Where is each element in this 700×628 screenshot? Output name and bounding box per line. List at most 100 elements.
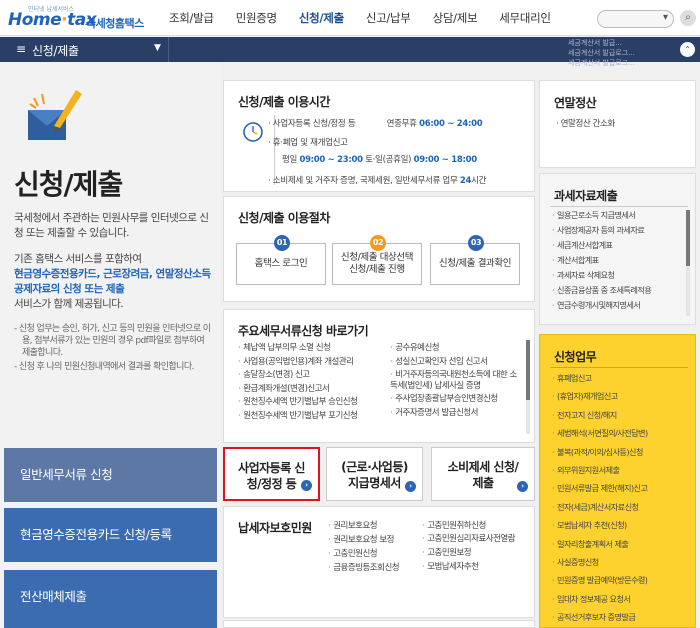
tax-data-title: 과세자료제출 <box>554 189 618 203</box>
section-selector[interactable]: 신청/제출 <box>32 42 79 59</box>
main-documents-card: 주요세무서류신청 바로가기 체납액 납부의무 소멸 신청 사업용(공익법인용)계… <box>223 309 535 443</box>
time-row-consumption-tax: · 소비제세 및 거주자 증명, 국제세원, 일반세무서류 업무 24시간 <box>268 176 487 186</box>
logo-korean: 국세청홈택스 <box>86 17 144 30</box>
time-row-business-registration: · 사업자등록 신청/정정 등 연중무휴 06:00 ~ 24:00 <box>268 119 483 129</box>
logo-brand: Home·tax <box>8 10 97 30</box>
tax-data-scrollbar[interactable] <box>686 210 690 316</box>
list-item[interactable]: 권리보호요청 보정 <box>328 533 399 547</box>
list-item[interactable]: (휴업자)재개업신고 <box>552 387 648 405</box>
nav-item-application[interactable]: 신청/제출 <box>288 0 355 36</box>
global-nav: 조회/발급 민원증명 신청/제출 신고/납부 상담/제보 세무대리인 <box>158 0 562 36</box>
divider <box>168 37 169 62</box>
documents-list-right: 공수유예신청 성실신고확인자 선임 신고서 비거주자등의국내원천소득에 대한 소… <box>390 342 520 420</box>
list-item[interactable]: 임대차 정보제공 요청서 <box>552 590 648 608</box>
list-item[interactable]: 고충민원보정 <box>422 546 522 560</box>
year-end-simplified-link[interactable]: · 연말정산 간소화 <box>556 117 615 129</box>
list-item[interactable]: 휴폐업신고 <box>552 369 648 387</box>
top-header: 인터넷 납세서비스 Home·tax 국세청홈택스 조회/발급 민원증명 신청/… <box>0 0 700 36</box>
usage-time-card: 신청/제출 이용시간 · 사업자등록 신청/정정 등 연중무휴 06:00 ~ … <box>223 80 535 192</box>
application-tasks-title: 신청업무 <box>554 350 597 364</box>
hamburger-icon[interactable]: ≡ <box>16 42 26 56</box>
chevron-down-icon[interactable]: ▼ <box>154 43 161 53</box>
list-item[interactable]: 모범납세자 추천(신청) <box>552 516 648 534</box>
taxpayer-protection-card: 납세자보호민원 권리보호요청 권리보호요청 보정 고충민원신청 금융증빙등조회신… <box>223 506 535 618</box>
list-item[interactable]: 거주자증명서 발급신청서 <box>390 407 520 421</box>
step-check-result[interactable]: 03 신청/제출 결과확인 <box>430 235 520 285</box>
hometax-logo[interactable]: 인터넷 납세서비스 Home·tax 국세청홈택스 <box>6 4 156 32</box>
list-item[interactable]: 고충민원신청 <box>328 547 399 561</box>
sub-nav-bar: ≡ 신청/제출 ▼ 세금계산서 발급... 세금계산서 발급로그... 세금계산… <box>0 37 700 67</box>
page-title: 신청/제출 <box>14 168 123 201</box>
list-item[interactable]: 고충민원취하신청 <box>422 519 522 533</box>
list-item[interactable]: 사실증명신청 <box>552 553 648 571</box>
list-item[interactable]: 신종금융상품 중 조세특례적용 <box>552 283 652 298</box>
cash-receipt-card-button[interactable]: 현금영수증전용카드 신청/등록 <box>4 508 217 562</box>
usage-time-title: 신청/제출 이용시간 <box>238 95 330 109</box>
protection-list-left: 권리보호요청 권리보호요청 보정 고충민원신청 금융증빙등조회신청 <box>328 519 399 575</box>
year-end-title: 연말정산 <box>554 96 597 110</box>
nav-item-report-payment[interactable]: 신고/납부 <box>355 0 422 36</box>
list-item[interactable]: 세금계산서합계표 <box>552 238 651 253</box>
list-item[interactable]: 원천징수세액 반기별납부 포기신청 <box>238 410 358 424</box>
time-row-weekday: 평일 09:00 ~ 23:00 토·일(공휴일) 09:00 ~ 18:00 <box>282 155 477 165</box>
list-item[interactable]: 외부위원지원서제출 <box>552 461 648 479</box>
list-item[interactable]: 모범납세자추천 <box>422 560 522 574</box>
divider <box>550 367 688 368</box>
list-item[interactable]: 금융증빙등조회신청 <box>328 561 399 575</box>
search-input[interactable]: ▾ <box>597 10 674 28</box>
nav-item-inquiry[interactable]: 조회/발급 <box>158 0 225 36</box>
list-item[interactable]: 원천징수세액 반기별납부 승인신청 <box>238 396 358 410</box>
list-item[interactable]: 성실신고확인자 선임 신고서 <box>390 356 520 370</box>
list-item[interactable]: 일자리창출계획서 제출 <box>552 535 648 553</box>
list-item[interactable]: 비거주자등의국내원천소득에 대한 소득세(법인세) 납세사실 증명 <box>390 369 520 393</box>
list-item[interactable]: 민원서류발급 제한(해지)신고 <box>552 479 648 497</box>
step-select-submit[interactable]: 02 신청/제출 대상선택 신청/제출 진행 <box>332 235 422 285</box>
step-login[interactable]: 01 홈택스 로그인 <box>236 235 326 285</box>
chevron-down-icon: ▾ <box>662 12 668 23</box>
divider <box>550 206 688 207</box>
list-item[interactable]: 전자고지 신청/해지 <box>552 406 648 424</box>
electronic-media-submit-button[interactable]: 전산매체제출 <box>4 570 217 628</box>
payment-statement-tile[interactable]: (근로·사업등) 지급명세서 › <box>326 447 423 501</box>
taxpayer-protection-title: 납세자보호민원 <box>238 521 312 535</box>
nav-item-tax-agent[interactable]: 세무대리인 <box>488 0 561 36</box>
business-registration-tile[interactable]: 사업자등록 신청/정정 등 › <box>223 447 320 501</box>
list-item[interactable]: 민원증명 발급예약(방문수령) <box>552 571 648 589</box>
year-end-settlement-card: 연말정산 · 연말정산 간소화 <box>539 80 696 168</box>
list-item[interactable]: 불복(과적/이의/심사등)신청 <box>552 443 648 461</box>
list-item[interactable]: 일용근로소득 지급명세서 <box>552 208 651 223</box>
search-icon[interactable]: ⌕ <box>680 10 696 26</box>
list-item[interactable]: 공수유예신청 <box>390 342 520 356</box>
list-item[interactable]: 연금수령개시및해지명세서 <box>552 298 651 313</box>
notice-ticker[interactable]: 세금계산서 발급... 세금계산서 발급로그... 세금계산서 발급로그... <box>568 38 635 68</box>
consumption-tax-tile[interactable]: 소비제세 신청/제출 › <box>431 447 535 501</box>
list-item[interactable]: 환급계좌개설(변경)신고서 <box>238 383 357 397</box>
documents-list-left: 체납액 납부의무 소멸 신청 사업용(공익법인용)계좌 개설관리 송달장소(변경… <box>238 342 358 424</box>
list-item[interactable]: 사업장제공자 등의 과세자료 <box>552 223 651 238</box>
list-item[interactable]: 권리보호요청 <box>328 519 399 533</box>
clock-icon <box>243 122 263 142</box>
general-tax-document-button[interactable]: 일반세무서류 신청 <box>4 448 217 502</box>
service-description: 기존 홈택스 서비스를 포함하여 현금영수증전용카드, 근로장려금, 연말정산소… <box>14 253 211 310</box>
documents-scrollbar[interactable] <box>526 340 530 434</box>
list-item[interactable]: 계산서합계표 <box>552 253 651 268</box>
main-documents-title: 주요세무서류신청 바로가기 <box>238 324 369 338</box>
list-item[interactable]: 사업용(공익법인용)계좌 개설관리 <box>238 356 357 370</box>
list-item[interactable]: 전자(세금)계산서자료신청 <box>552 498 648 516</box>
protection-list-right: 고충민원취하신청 고충민원심리자료사전열람 고충민원보정 모범납세자추천 <box>422 519 522 574</box>
list-item[interactable]: 체납액 납부의무 소멸 신청 <box>238 342 357 356</box>
ticker-toggle-icon[interactable]: ⌃ <box>680 42 695 57</box>
intro-text: 국세청에서 주관하는 민원사무를 인터넷으로 신청 또는 제출할 수 있습니다. <box>14 212 209 239</box>
nav-item-certificate[interactable]: 민원증명 <box>225 0 288 36</box>
list-item[interactable]: 공직선거후보자 증명발급 <box>552 608 648 626</box>
procedure-title: 신청/제출 이용절차 <box>238 211 330 225</box>
list-item[interactable]: 과세자료 삭제요청 <box>552 268 651 283</box>
nav-item-consult[interactable]: 상담/제보 <box>422 0 489 36</box>
time-row-closure: · 휴·폐업 및 재개업신고 <box>268 138 348 148</box>
list-item[interactable]: 고충민원심리자료사전열람 <box>422 533 522 546</box>
list-item[interactable]: 주사업장총괄납부승인변경신청 <box>390 393 520 407</box>
list-item[interactable]: 송달장소(변경) 신고 <box>238 369 357 383</box>
arrow-right-icon: › <box>405 481 416 492</box>
application-tasks-card: 신청업무 휴폐업신고 (휴업자)재개업신고 전자고지 신청/해지 세법해석(서면… <box>539 334 696 628</box>
list-item[interactable]: 세법해석(서면질의/사전답변) <box>552 424 648 442</box>
